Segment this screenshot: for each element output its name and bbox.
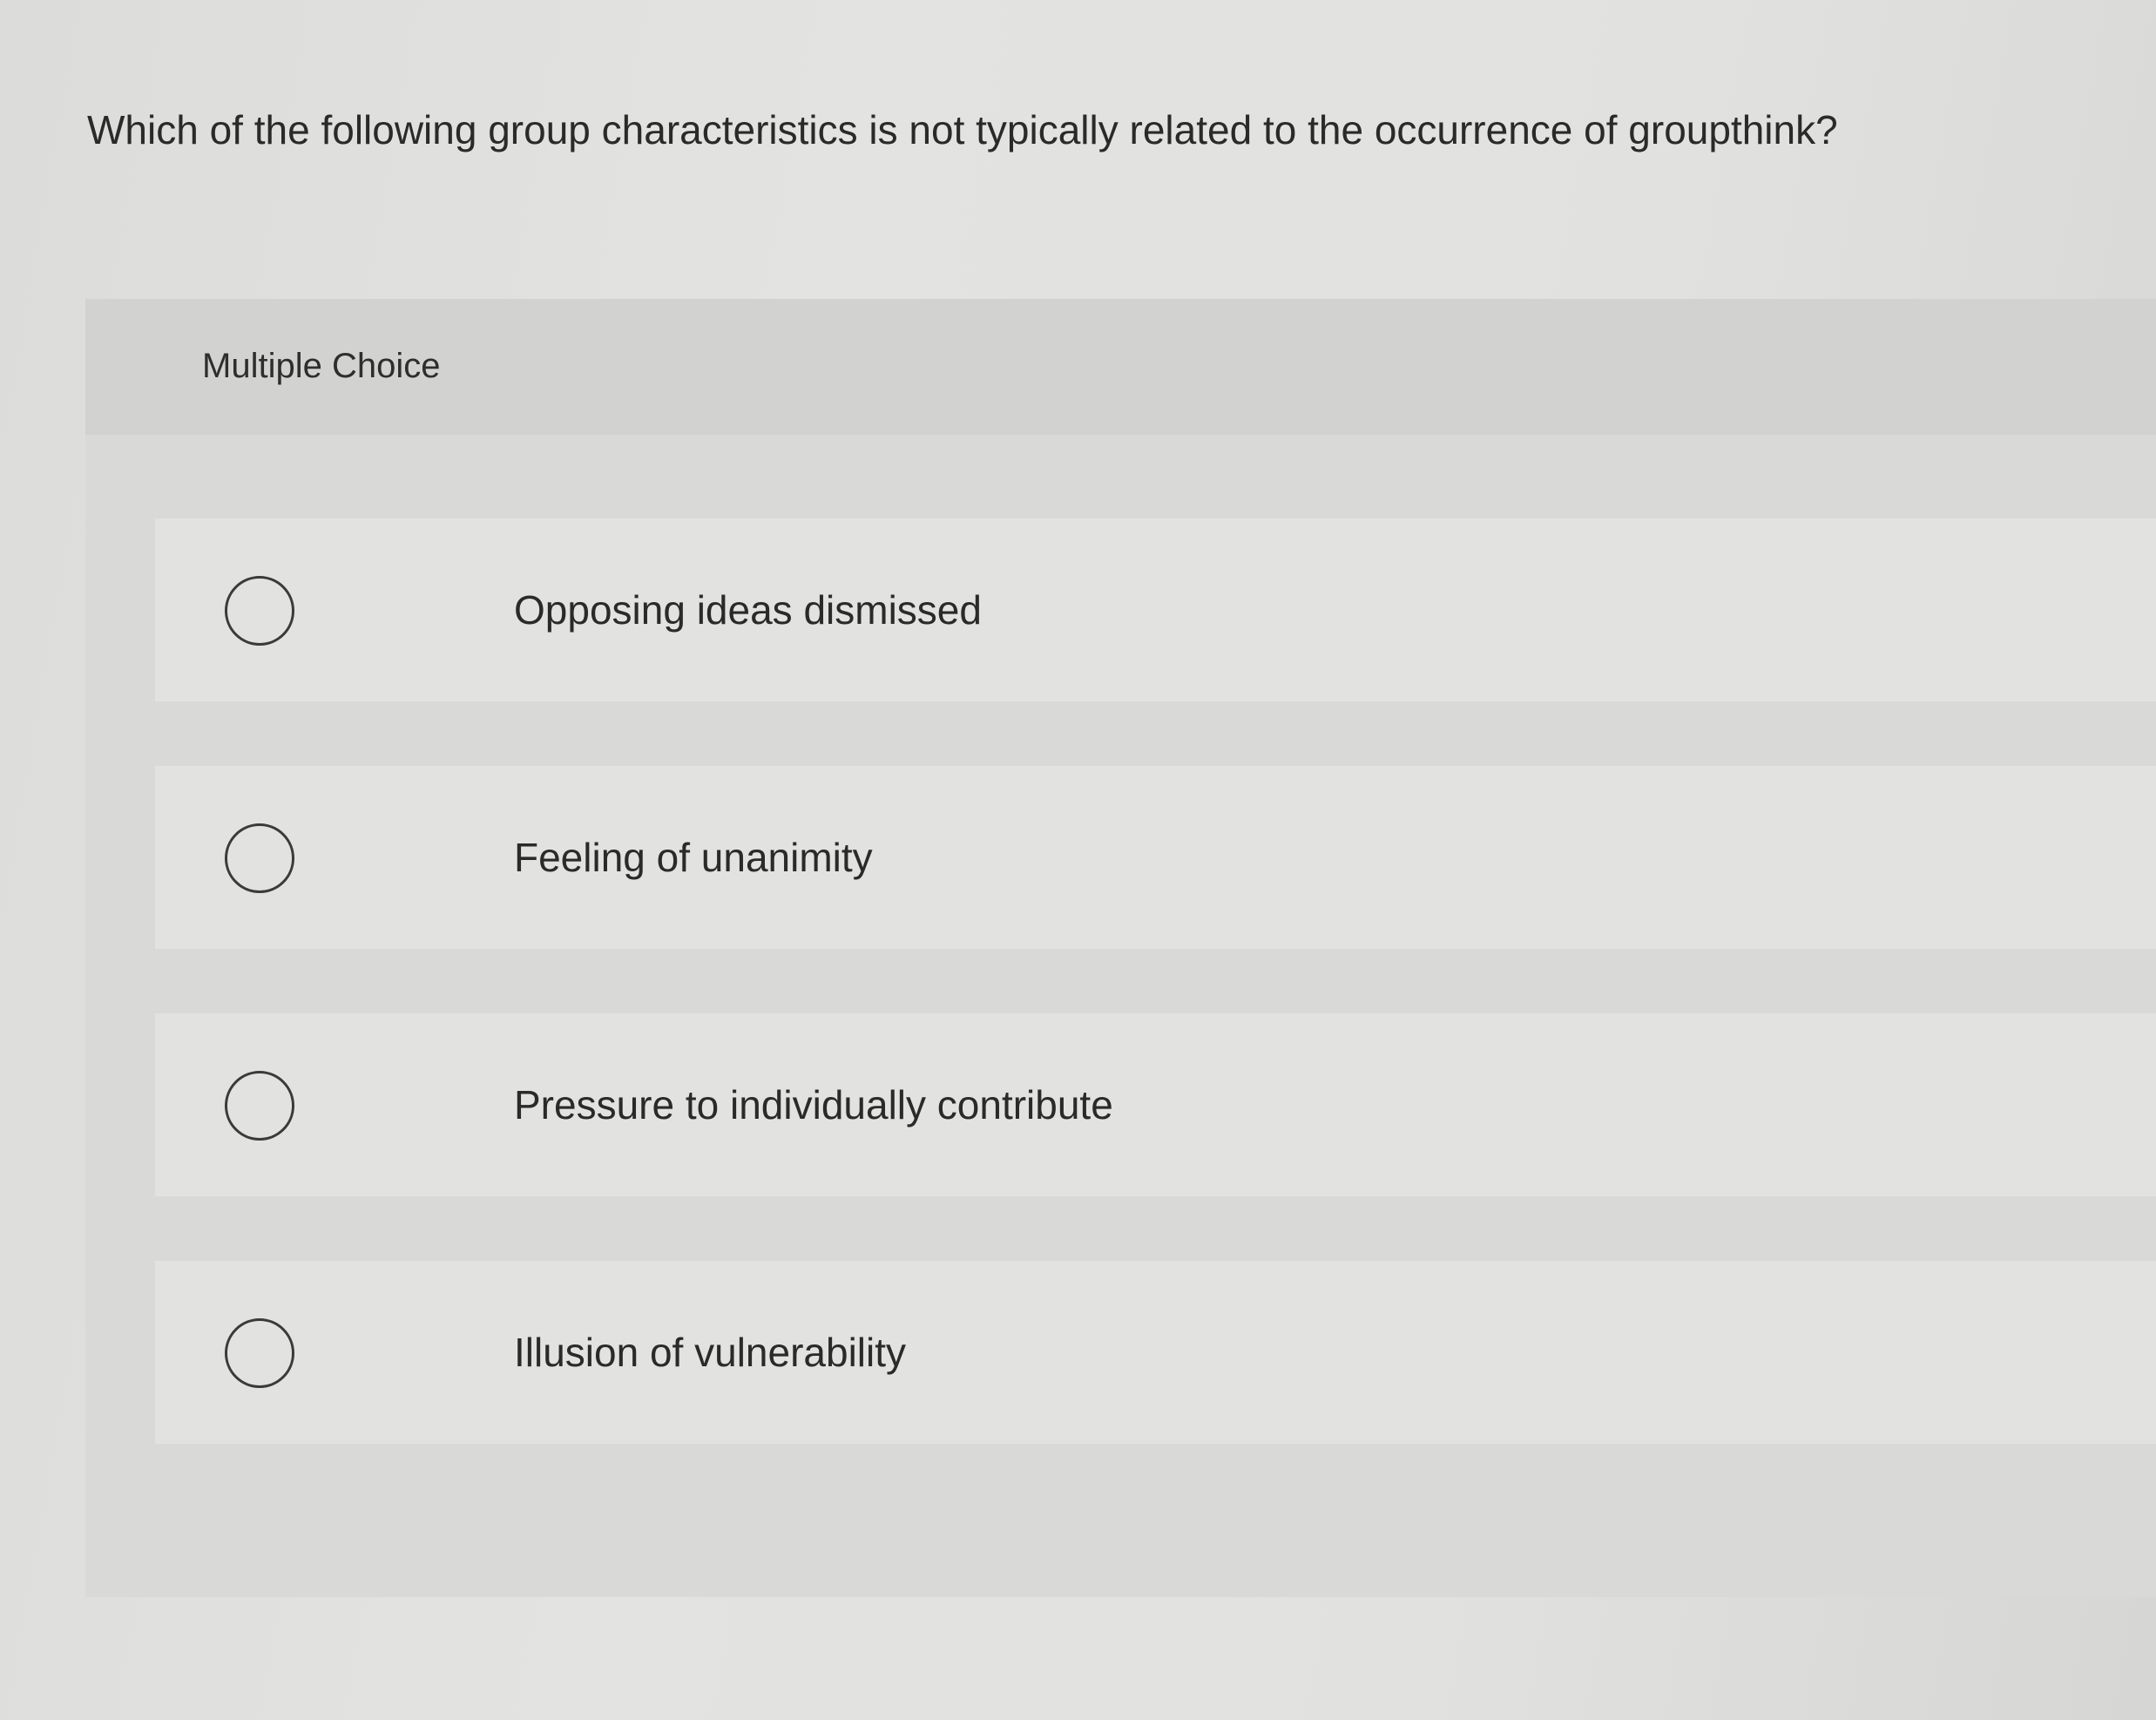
answer-choice-3[interactable]: Pressure to individually contribute [155,1013,2156,1196]
radio-button-icon[interactable] [225,1318,294,1388]
answer-choice-4[interactable]: Illusion of vulnerability [155,1261,2156,1444]
choice-label[interactable]: Pressure to individually contribute [514,1080,1113,1130]
radio-button-icon[interactable] [225,1071,294,1141]
question-type-label: Multiple Choice [202,347,441,385]
question-text: Which of the following group characteris… [87,107,1838,152]
answer-choice-1[interactable]: Opposing ideas dismissed [155,518,2156,701]
choice-label[interactable]: Opposing ideas dismissed [514,585,982,635]
radio-button-icon[interactable] [225,576,294,646]
answer-choice-2[interactable]: Feeling of unanimity [155,766,2156,949]
multiple-choice-panel: Multiple Choice Opposing ideas dismissed… [85,299,2156,1597]
choice-label[interactable]: Illusion of vulnerability [514,1327,906,1378]
panel-header: Multiple Choice [85,299,2156,435]
radio-button-icon[interactable] [225,823,294,893]
choice-label[interactable]: Feeling of unanimity [514,832,873,883]
